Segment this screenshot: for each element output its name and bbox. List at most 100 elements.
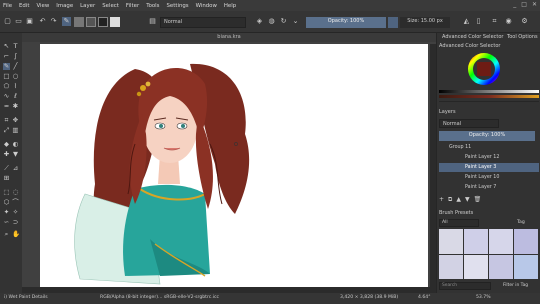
hue-strip[interactable] bbox=[439, 95, 539, 98]
zoom-tool-icon[interactable]: ⌕ bbox=[3, 231, 10, 238]
layer-row-selected[interactable]: Paint Layer 3 bbox=[439, 163, 539, 172]
menu-layer[interactable]: Layer bbox=[80, 3, 95, 9]
preserve-alpha-icon[interactable]: ◍ bbox=[267, 17, 276, 26]
layer-row[interactable]: Paint Layer 7 bbox=[439, 183, 539, 192]
status-brush-name[interactable]: i) Wet Paint Details bbox=[4, 295, 48, 300]
dynamic-brush-icon[interactable]: ≈ bbox=[3, 103, 10, 110]
ellipse-tool-icon[interactable]: ○ bbox=[12, 73, 19, 80]
rect-select-icon[interactable]: ⬚ bbox=[3, 189, 10, 196]
layer-row[interactable]: Group 11 bbox=[439, 143, 539, 152]
open-file-icon[interactable]: ▭ bbox=[14, 17, 23, 26]
brush-search-input[interactable]: Search bbox=[439, 282, 491, 290]
freehand-path-icon[interactable]: ℓ bbox=[12, 93, 19, 100]
mirror-vertical-icon[interactable]: ▯ bbox=[474, 17, 483, 26]
smart-patch-icon[interactable]: ✚ bbox=[3, 151, 10, 158]
brush-preset-thumb[interactable] bbox=[514, 254, 538, 279]
eraser-mode-icon[interactable]: ◈ bbox=[255, 17, 264, 26]
mirror-horizontal-icon[interactable]: ◭ bbox=[462, 17, 471, 26]
fill-gradient-icon[interactable] bbox=[74, 17, 84, 27]
edit-shapes-icon[interactable]: ⌐ bbox=[3, 53, 10, 60]
layer-row[interactable]: Paint Layer 12 bbox=[439, 153, 539, 162]
select-shapes-icon[interactable]: ↖ bbox=[3, 43, 10, 50]
brush-preset-thumb[interactable] bbox=[439, 229, 463, 254]
value-strip[interactable] bbox=[439, 90, 539, 93]
layer-opacity-slider[interactable]: Opacity: 100% bbox=[439, 131, 535, 141]
new-file-icon[interactable]: ▢ bbox=[3, 17, 12, 26]
tab-advanced-color-selector[interactable]: Advanced Color Selector bbox=[442, 34, 503, 40]
menu-image[interactable]: Image bbox=[56, 3, 73, 9]
multibrush-icon[interactable]: ✱ bbox=[12, 103, 19, 110]
close-button[interactable]: ✕ bbox=[532, 1, 537, 8]
menu-window[interactable]: Window bbox=[196, 3, 217, 9]
status-rotation[interactable]: 4.64° bbox=[418, 295, 431, 300]
brush-size-slider[interactable]: Size: 15.00 px bbox=[400, 17, 450, 28]
save-icon[interactable]: ▣ bbox=[25, 17, 34, 26]
pattern-icon[interactable] bbox=[86, 17, 96, 27]
delete-layer-icon[interactable]: 🗑 bbox=[474, 196, 486, 203]
calligraphy-icon[interactable]: ∫ bbox=[12, 53, 19, 60]
move-down-icon[interactable]: ▼ bbox=[465, 196, 474, 203]
brush-preset-thumb[interactable] bbox=[489, 229, 513, 254]
brush-preset-thumb[interactable] bbox=[439, 254, 463, 279]
maximize-button[interactable]: □ bbox=[521, 1, 527, 8]
measure-tool-icon[interactable]: ⊿ bbox=[12, 165, 19, 172]
menu-file[interactable]: File bbox=[3, 3, 12, 9]
tag-label[interactable]: Tag bbox=[517, 220, 525, 225]
add-layer-icon[interactable]: + bbox=[439, 196, 448, 203]
drawing-canvas[interactable] bbox=[40, 44, 428, 287]
menu-edit[interactable]: Edit bbox=[19, 3, 29, 9]
menu-view[interactable]: View bbox=[36, 3, 49, 9]
dropdown-icon[interactable]: ⌄ bbox=[291, 17, 300, 26]
color-wheel[interactable] bbox=[467, 52, 501, 86]
brush-preset-thumb[interactable] bbox=[464, 229, 488, 254]
undo-icon[interactable]: ↶ bbox=[38, 17, 47, 26]
line-tool-icon[interactable]: ╱ bbox=[12, 63, 19, 70]
brush-preset-icon[interactable]: ✎ bbox=[62, 17, 71, 26]
menu-help[interactable]: Help bbox=[224, 3, 236, 9]
brush-tag-select[interactable]: All bbox=[439, 219, 479, 227]
freehand-brush-icon[interactable]: ✎ bbox=[3, 63, 10, 70]
layer-blend-select[interactable]: Normal bbox=[439, 119, 499, 128]
menu-tools[interactable]: Tools bbox=[146, 3, 159, 9]
wrap-around-icon[interactable]: ⌗ bbox=[490, 17, 499, 26]
fg-color-swatch[interactable] bbox=[98, 17, 108, 27]
move-tool-icon[interactable]: ✥ bbox=[12, 117, 19, 124]
reference-tool-icon[interactable]: ⊞ bbox=[3, 175, 10, 182]
brush-preset-thumb[interactable] bbox=[464, 254, 488, 279]
crop-tool-icon[interactable]: ⌗ bbox=[3, 117, 10, 124]
tab-tool-options[interactable]: Tool Options bbox=[507, 34, 538, 40]
magnetic-select-icon[interactable]: ⊃ bbox=[12, 219, 19, 226]
bezier-tool-icon[interactable]: ∿ bbox=[3, 93, 10, 100]
filter-in-tag-checkbox[interactable]: Filter in Tag bbox=[503, 283, 528, 288]
settings-icon[interactable]: ⚙ bbox=[520, 17, 529, 26]
pan-tool-icon[interactable]: ✋ bbox=[12, 231, 20, 238]
layer-row[interactable]: Paint Layer 10 bbox=[439, 173, 539, 182]
bg-color-swatch[interactable] bbox=[110, 17, 120, 27]
polygon-select-icon[interactable]: ⬡ bbox=[3, 199, 10, 206]
text-tool-icon[interactable]: T bbox=[12, 43, 19, 50]
polygon-tool-icon[interactable]: ⬠ bbox=[3, 83, 10, 90]
move-up-icon[interactable]: ▲ bbox=[456, 196, 465, 203]
menu-filter[interactable]: Filter bbox=[126, 3, 139, 9]
menu-settings[interactable]: Settings bbox=[166, 3, 188, 9]
color-picker-icon[interactable]: ◆ bbox=[3, 141, 10, 148]
brush-preset-thumb[interactable] bbox=[489, 254, 513, 279]
brush-settings-icon[interactable]: ▤ bbox=[148, 17, 157, 26]
similar-select-icon[interactable]: ✧ bbox=[12, 209, 19, 216]
menu-select[interactable]: Select bbox=[102, 3, 119, 9]
zoom-icon[interactable]: ◉ bbox=[504, 17, 513, 26]
colorize-mask-icon[interactable]: ◐ bbox=[12, 141, 19, 148]
redo-icon[interactable]: ↷ bbox=[49, 17, 58, 26]
contiguous-select-icon[interactable]: ✦ bbox=[3, 209, 10, 216]
fill-tool-icon[interactable]: ▼ bbox=[12, 151, 19, 158]
transform-tool-icon[interactable]: ⤢ bbox=[3, 127, 10, 134]
bezier-select-icon[interactable]: ∽ bbox=[3, 219, 10, 226]
brush-preset-thumb[interactable] bbox=[514, 229, 538, 254]
polyline-tool-icon[interactable]: ⌇ bbox=[12, 83, 19, 90]
gradient-tool-icon[interactable]: ▥ bbox=[12, 127, 19, 134]
rectangle-tool-icon[interactable]: □ bbox=[3, 73, 10, 80]
opacity-extra[interactable] bbox=[388, 17, 398, 28]
blend-mode-select[interactable]: Normal bbox=[160, 17, 246, 28]
status-zoom[interactable]: 53.7% bbox=[476, 295, 491, 300]
reload-preset-icon[interactable]: ↻ bbox=[279, 17, 288, 26]
